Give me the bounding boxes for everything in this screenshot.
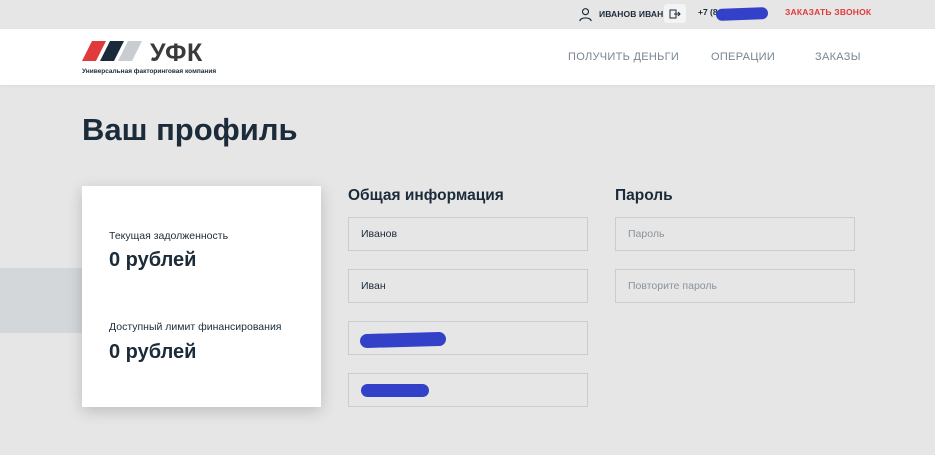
limit-value: 0 рублей [109, 341, 197, 363]
general-info-title: Общая информация [348, 187, 504, 204]
user-icon [579, 7, 592, 21]
ufk-logo-icon [82, 41, 142, 61]
debt-value: 0 рублей [109, 249, 197, 271]
debt-label: Текущая задолженность [109, 230, 229, 242]
repeat-password-input[interactable] [615, 269, 855, 303]
request-callback-link[interactable]: ЗАКАЗАТЬ ЗВОНОК [785, 7, 871, 17]
field-redaction-2 [361, 384, 429, 397]
logout-icon [669, 9, 681, 18]
nav-operations[interactable]: ОПЕРАЦИИ [711, 51, 775, 63]
nav-get-money[interactable]: ПОЛУЧИТЬ ДЕНЬГИ [568, 51, 679, 63]
phone-redaction [715, 7, 769, 21]
password-input[interactable] [615, 217, 855, 251]
user-name[interactable]: ИВАНОВ ИВАН [599, 9, 663, 19]
ufk-logo[interactable]: УФК Универсальная факторинговая компания [82, 39, 222, 79]
page-title: Ваш профиль [82, 112, 298, 147]
top-utility-bar: ИВАНОВ ИВАН +7 (84 ЗАКАЗАТЬ ЗВОНОК [0, 0, 935, 29]
limit-label: Доступный лимит финансирования [109, 321, 282, 333]
main-header: УФК Универсальная факторинговая компания… [0, 29, 935, 85]
decorative-shape [0, 268, 82, 333]
field-redaction-1 [359, 331, 447, 349]
user-menu[interactable]: ИВАНОВ ИВАН [578, 6, 663, 22]
brand-tagline: Универсальная факторинговая компания [82, 68, 217, 75]
logout-button[interactable] [664, 4, 686, 23]
password-title: Пароль [615, 187, 673, 204]
brand-name: УФК [150, 39, 203, 67]
nav-orders[interactable]: ЗАКАЗЫ [815, 51, 861, 63]
last-name-input[interactable] [348, 217, 588, 251]
first-name-input[interactable] [348, 269, 588, 303]
balance-summary-card: Текущая задолженность 0 рублей Доступный… [82, 186, 321, 407]
